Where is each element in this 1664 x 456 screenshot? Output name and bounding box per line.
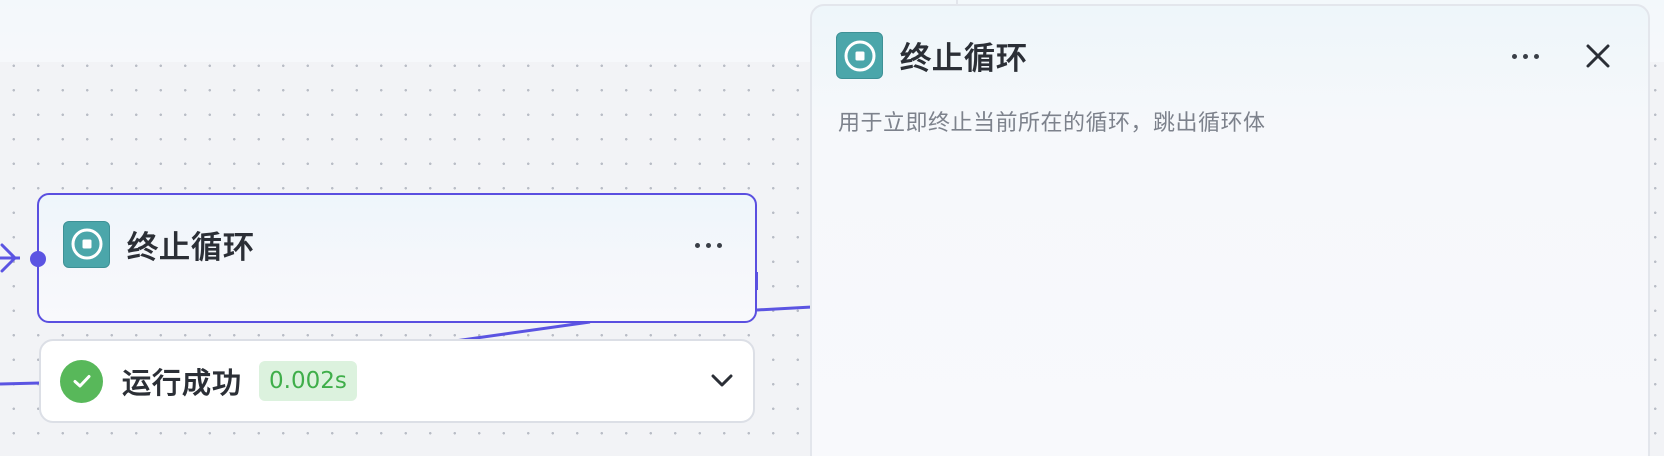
duration-badge: 0.002s bbox=[259, 361, 357, 401]
run-status-bar[interactable]: 运行成功 0.002s bbox=[39, 339, 755, 423]
panel-header: 终止循环 bbox=[836, 32, 1028, 79]
run-status-label: 运行成功 bbox=[122, 366, 243, 400]
stop-circle-icon bbox=[63, 220, 110, 268]
input-handle[interactable] bbox=[30, 251, 46, 267]
panel-description: 用于立即终止当前所在的循环，跳出循环体 bbox=[838, 111, 1266, 136]
node-header: 终止循环 bbox=[63, 220, 255, 268]
stop-circle-icon bbox=[836, 32, 883, 79]
panel-title[interactable]: 终止循环 bbox=[900, 33, 1028, 78]
more-dot-icon bbox=[1523, 54, 1528, 59]
check-circle-icon bbox=[60, 359, 103, 403]
loop-break-node[interactable]: 终止循环 bbox=[30, 193, 757, 323]
workflow-editor: 终止循环 运行成功 0.002s 终止循环 用于立即终止当前所在的循环，跳出循环… bbox=[0, 0, 1664, 456]
more-dot-icon bbox=[717, 243, 722, 248]
panel-more-button[interactable] bbox=[1512, 54, 1539, 59]
node-detail-panel: 终止循环 用于立即终止当前所在的循环，跳出循环体 bbox=[810, 4, 1650, 456]
more-dot-icon bbox=[695, 243, 700, 248]
more-dot-icon bbox=[1512, 54, 1517, 59]
more-dot-icon bbox=[706, 243, 711, 248]
node-more-button[interactable] bbox=[695, 243, 722, 248]
close-icon[interactable] bbox=[1584, 42, 1612, 70]
node-title: 终止循环 bbox=[127, 229, 255, 266]
more-dot-icon bbox=[1534, 54, 1539, 59]
chevron-down-icon[interactable] bbox=[709, 372, 735, 390]
